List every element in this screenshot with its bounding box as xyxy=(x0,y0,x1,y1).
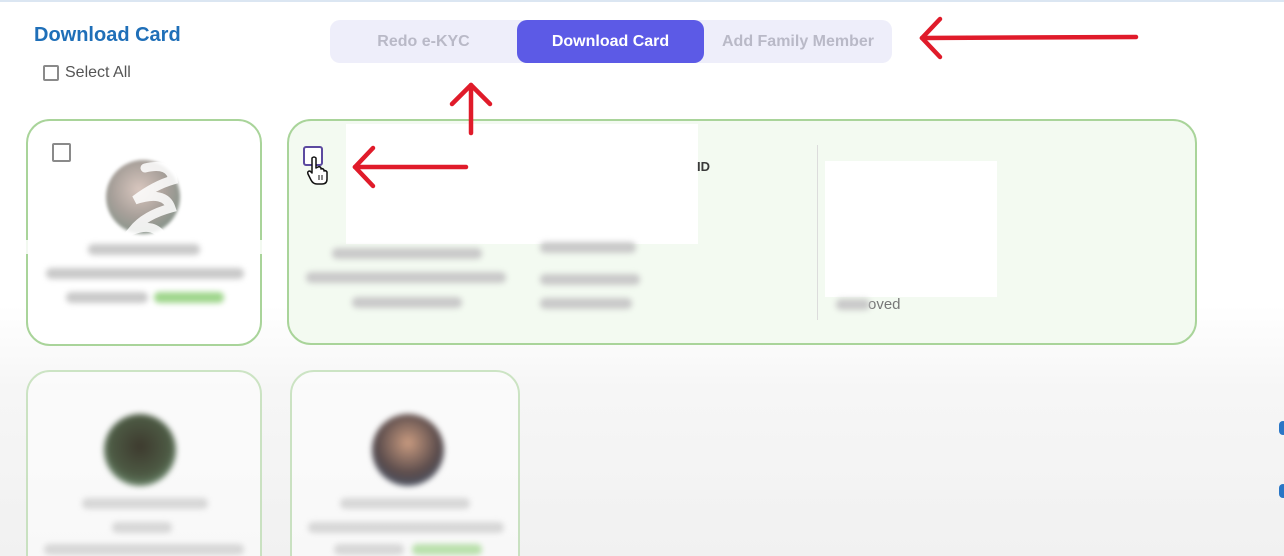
status-prefix-blurred xyxy=(836,299,870,310)
page-title: Download Card xyxy=(34,24,181,46)
member-avatar xyxy=(104,414,176,486)
member-id-blurred xyxy=(44,544,244,555)
select-all-checkbox[interactable] xyxy=(43,65,59,81)
action-tabs: Redo e-KYC Download Card Add Family Memb… xyxy=(330,20,892,63)
selected-id-blurred xyxy=(306,272,506,283)
redacted-area xyxy=(346,124,698,244)
mobile-label-blurred xyxy=(540,274,640,285)
member-avatar xyxy=(372,414,444,486)
status-approved-fragment: oved xyxy=(868,296,901,313)
top-border xyxy=(0,0,1284,2)
tab-download-card[interactable]: Download Card xyxy=(517,20,704,63)
download-card-page: Download Card Select All Redo e-KYC Down… xyxy=(0,0,1284,556)
member-name-blurred xyxy=(112,522,172,533)
selected-type-blurred xyxy=(352,297,462,308)
selected-name-blurred xyxy=(332,248,482,259)
scribble-redaction xyxy=(119,162,179,243)
card-status-value-blurred xyxy=(154,292,224,303)
tab-add-family-member[interactable]: Add Family Member xyxy=(704,20,892,63)
card-status-value-blurred xyxy=(412,544,482,555)
member-id-blurred xyxy=(46,268,244,279)
detail-value-blurred xyxy=(540,242,636,253)
redacted-area-right xyxy=(825,161,997,297)
card-status-label-blurred xyxy=(334,544,404,555)
member-id-blurred xyxy=(308,522,504,533)
select-all-label: Select All xyxy=(65,64,131,81)
red-arrow-tabs xyxy=(919,16,1139,60)
member-name-blurred xyxy=(88,244,200,255)
edge-indicator xyxy=(1279,484,1284,498)
id-label: ID xyxy=(697,159,710,174)
card-divider xyxy=(817,145,818,320)
member-card-checkbox[interactable] xyxy=(52,143,71,162)
hand-pointer-icon xyxy=(307,156,328,185)
mobile-value-blurred xyxy=(540,298,632,309)
card-status-label-blurred xyxy=(66,292,148,303)
member-name-blurred xyxy=(82,498,208,509)
member-name-blurred xyxy=(340,498,470,509)
edge-indicator xyxy=(1279,421,1284,435)
tab-redo-ekyc[interactable]: Redo e-KYC xyxy=(330,20,517,63)
select-all-control[interactable]: Select All xyxy=(43,64,131,82)
